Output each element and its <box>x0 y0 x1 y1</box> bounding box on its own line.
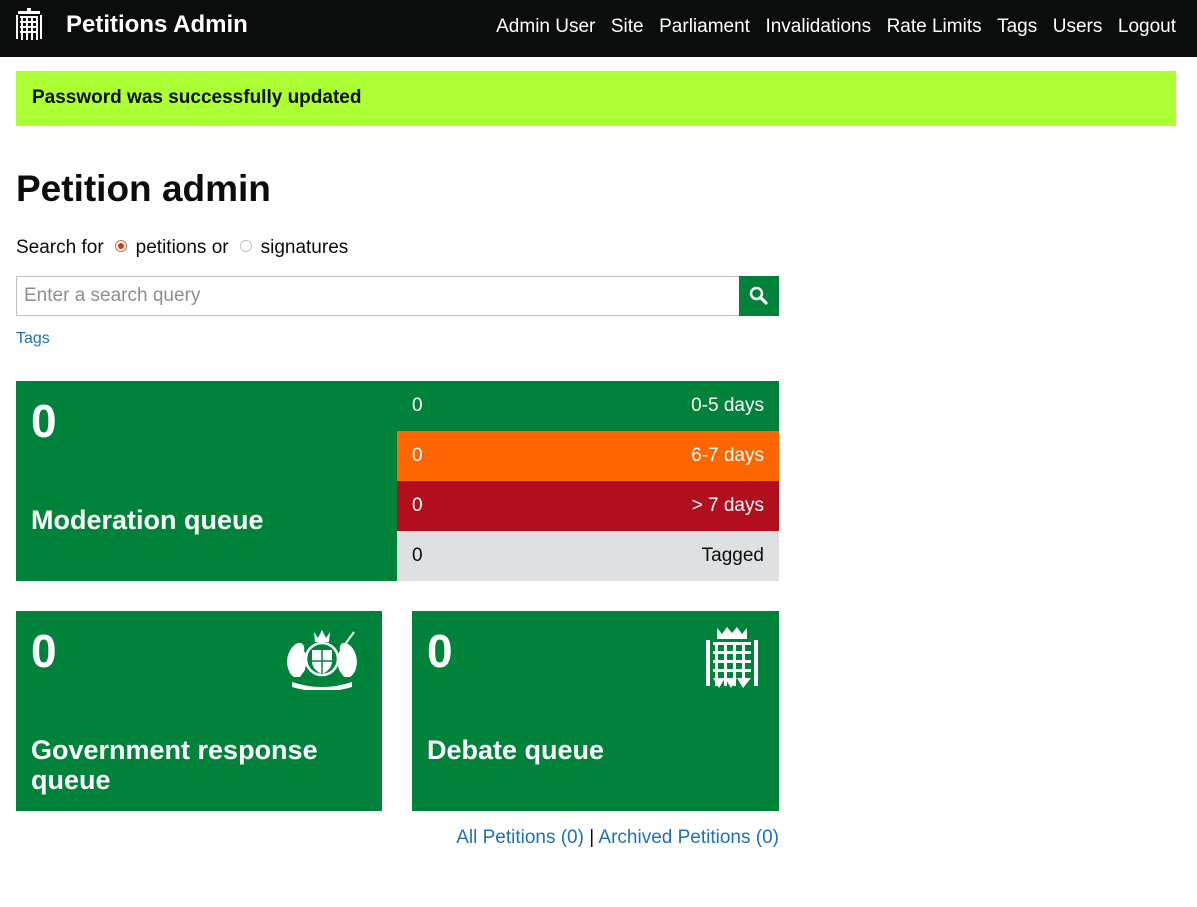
row-label: 0-5 days <box>691 395 764 416</box>
row-count: 0 <box>412 495 423 516</box>
petitions-radio[interactable] <box>114 240 127 252</box>
moderation-row-0-5-days[interactable]: 0 0-5 days <box>397 381 779 431</box>
main-nav: Admin User Site Parliament Invalidations… <box>481 16 1176 38</box>
top-navigation-bar: Petitions Admin Admin User Site Parliame… <box>0 0 1197 57</box>
debate-queue-count: 0 <box>427 625 453 677</box>
all-petitions-link[interactable]: All Petitions (0) <box>456 827 584 848</box>
row-count: 0 <box>412 545 423 566</box>
tags-link[interactable]: Tags <box>16 330 50 348</box>
row-count: 0 <box>412 395 423 416</box>
row-count: 0 <box>412 445 423 466</box>
government-response-queue-tile[interactable]: 0 Government response queue <box>16 611 382 811</box>
nav-admin-user[interactable]: Admin User <box>496 16 595 38</box>
nav-site[interactable]: Site <box>611 16 644 38</box>
debate-queue-tile[interactable]: 0 Debate queue <box>412 611 779 811</box>
brand-title[interactable]: Petitions Admin <box>66 11 248 39</box>
nav-logout[interactable]: Logout <box>1118 16 1176 38</box>
nav-tags[interactable]: Tags <box>997 16 1037 38</box>
royal-coat-of-arms-icon <box>287 630 357 690</box>
government-response-label: Government response queue <box>31 735 318 795</box>
signatures-radio-label[interactable]: signatures <box>261 237 349 259</box>
debate-queue-label: Debate queue <box>427 735 605 765</box>
search-icon <box>749 286 768 305</box>
petition-links: All Petitions (0) | Archived Petitions (… <box>456 827 779 849</box>
row-label: > 7 days <box>691 495 764 516</box>
moderation-queue-count: 0 <box>31 395 57 447</box>
archived-petitions-link[interactable]: Archived Petitions (0) <box>598 827 779 848</box>
search-for-label: Search for <box>16 237 104 258</box>
moderation-row-6-7-days[interactable]: 0 6-7 days <box>397 431 779 481</box>
page-title: Petition admin <box>16 168 271 209</box>
row-label: Tagged <box>701 545 764 566</box>
nav-rate-limits[interactable]: Rate Limits <box>887 16 982 38</box>
moderation-breakdown: 0 0-5 days 0 6-7 days 0 > 7 days 0 Tagge… <box>397 381 779 581</box>
row-label: 6-7 days <box>691 445 764 466</box>
search-type-selector: Search for petitions or signatures <box>16 237 348 259</box>
petitions-radio-label[interactable]: petitions or <box>136 237 229 259</box>
portcullis-icon[interactable] <box>14 8 44 42</box>
moderation-queue-tile[interactable]: 0 Moderation queue <box>16 381 397 581</box>
nav-users[interactable]: Users <box>1053 16 1103 38</box>
moderation-row-tagged[interactable]: 0 Tagged <box>397 531 779 581</box>
signatures-radio[interactable] <box>239 240 252 252</box>
search-input[interactable] <box>16 276 740 316</box>
link-separator: | <box>589 827 595 848</box>
moderation-row-over-7-days[interactable]: 0 > 7 days <box>397 481 779 531</box>
search-button[interactable] <box>739 276 779 316</box>
nav-invalidations[interactable]: Invalidations <box>765 16 871 38</box>
nav-parliament[interactable]: Parliament <box>659 16 750 38</box>
moderation-queue-label: Moderation queue <box>31 505 264 535</box>
portcullis-icon <box>706 627 758 688</box>
government-response-count: 0 <box>31 625 57 677</box>
flash-message: Password was successfully updated <box>16 71 1176 126</box>
